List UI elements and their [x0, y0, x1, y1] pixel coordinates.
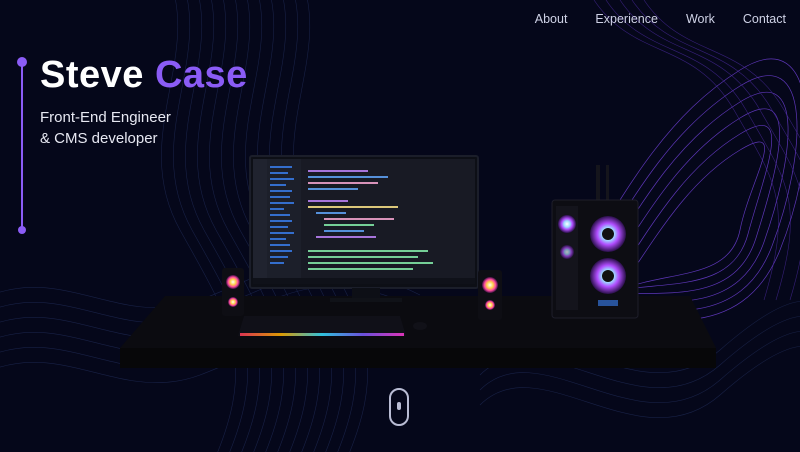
monitor — [249, 155, 479, 302]
right-speaker — [478, 270, 502, 320]
left-speaker — [222, 268, 244, 316]
scroll-wheel-icon — [397, 402, 401, 410]
mouse — [413, 322, 427, 330]
keyboard — [238, 316, 406, 336]
scroll-down-indicator[interactable] — [389, 388, 409, 426]
desk-setup-illustration — [120, 155, 716, 368]
pc-tower — [551, 165, 639, 319]
